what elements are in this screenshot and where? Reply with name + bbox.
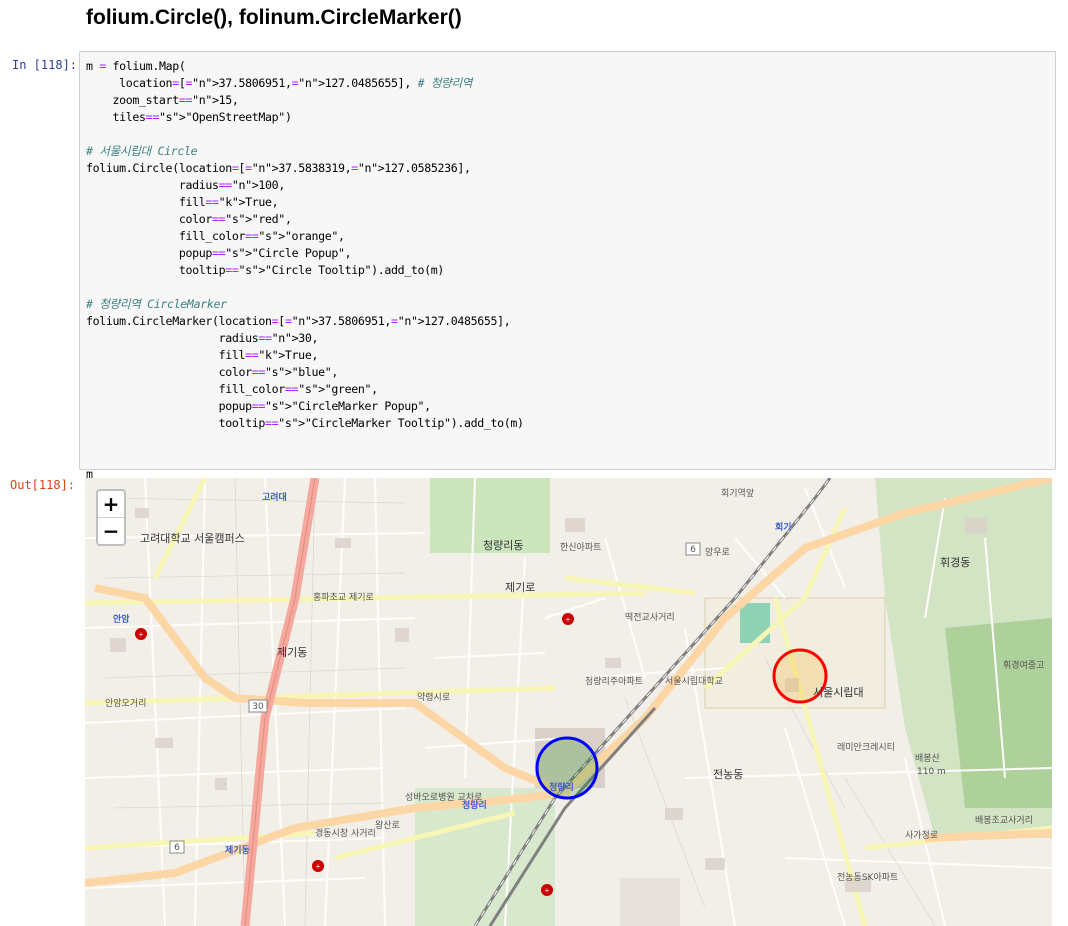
- code-line: fill=="k">True: [86, 195, 272, 209]
- svg-text:왕산로: 왕산로: [375, 820, 400, 831]
- svg-text:전농동SK아파트: 전농동SK아파트: [837, 872, 898, 883]
- code-line: folium.CircleMarker(location=[="n">37.58…: [86, 314, 385, 328]
- zoom-control: + −: [96, 489, 126, 546]
- svg-text:한신아파트: 한신아파트: [560, 542, 601, 553]
- svg-text:사가정로: 사가정로: [905, 830, 938, 841]
- code-line: fill=="k">True: [86, 348, 312, 362]
- input-prompt: In [118]:: [12, 58, 78, 72]
- code-line: zoom_start=="n">15: [86, 93, 233, 107]
- svg-text:청량리주아파트: 청량리주아파트: [585, 675, 643, 687]
- code-line: # 서울시립대 Circle: [86, 144, 198, 158]
- svg-text:6: 6: [174, 843, 180, 853]
- svg-text:약령시로: 약령시로: [417, 691, 450, 703]
- output-prompt: Out[118]:: [10, 478, 76, 492]
- code-line: m = folium.Map(: [86, 59, 186, 73]
- code-cell[interactable]: m = folium.Map( location=[="n">37.580695…: [79, 51, 1056, 481]
- code-line: radius=="n">30: [86, 331, 312, 345]
- svg-text:청량리동: 청량리동: [483, 539, 523, 552]
- code-editor[interactable]: m = folium.Map( location=[="n">37.580695…: [86, 58, 524, 483]
- svg-text:제기동: 제기동: [277, 646, 307, 659]
- code-line: location=[="n">37.5806951: [86, 76, 285, 90]
- svg-text:+: +: [139, 630, 144, 639]
- svg-text:경동시장 사거리: 경동시장 사거리: [315, 827, 376, 839]
- svg-text:고려대학교 서울캠퍼스: 고려대학교 서울캠퍼스: [140, 532, 245, 545]
- code-line: fill_color=="s">"orange": [86, 229, 339, 243]
- svg-text:제기동: 제기동: [225, 844, 250, 856]
- section-heading: folium.Circle(), folinum.CircleMarker(): [86, 6, 462, 29]
- code-line: color=="s">"red": [86, 212, 285, 226]
- svg-text:성바오로병원 교차로: 성바오로병원 교차로: [405, 791, 482, 803]
- svg-text:제기로: 제기로: [505, 581, 535, 594]
- code-line: tooltip=="s">"Circle Tooltip": [86, 263, 372, 277]
- svg-text:청량리: 청량리: [549, 781, 574, 793]
- map-tiles: + + + + 30 6 6 고려대 안암 고려대학교 서울캠퍼스 청량리동 한…: [85, 478, 1052, 926]
- zoom-in-button[interactable]: +: [98, 491, 124, 518]
- svg-text:30: 30: [252, 702, 264, 712]
- svg-text:회기: 회기: [775, 521, 792, 533]
- svg-text:안암: 안암: [113, 613, 130, 625]
- svg-text:고려대: 고려대: [262, 491, 287, 503]
- svg-text:래미안크레시티: 래미안크레시티: [837, 742, 895, 753]
- svg-text:서울시립대: 서울시립대: [813, 686, 864, 699]
- code-line: popup=="s">"Circle Popup": [86, 246, 345, 260]
- svg-text:+: +: [566, 615, 571, 624]
- svg-text:망우로: 망우로: [705, 547, 730, 558]
- code-line: radius=="n">100: [86, 178, 279, 192]
- code-line: tiles=="s">"OpenStreetMap": [86, 110, 286, 124]
- code-line: color=="s">"blue": [86, 365, 332, 379]
- code-line: fill_color=="s">"green": [86, 382, 372, 396]
- code-line: tooltip=="s">"CircleMarker Tooltip": [86, 416, 451, 430]
- svg-text:110 m: 110 m: [917, 767, 946, 777]
- zoom-out-button[interactable]: −: [98, 518, 124, 544]
- code-line: folium.Circle(location=[="n">37.5838319: [86, 161, 345, 175]
- code-line: popup=="s">"CircleMarker Popup": [86, 399, 425, 413]
- svg-text:+: +: [316, 862, 321, 871]
- svg-text:6: 6: [690, 545, 696, 555]
- folium-map[interactable]: + + + + 30 6 6 고려대 안암 고려대학교 서울캠퍼스 청량리동 한…: [85, 478, 1052, 926]
- svg-text:떡전교사거리: 떡전교사거리: [625, 612, 675, 623]
- svg-text:휘경동: 휘경동: [940, 556, 970, 569]
- svg-text:배봉초교사거리: 배봉초교사거리: [975, 815, 1033, 826]
- svg-text:회기역앞: 회기역앞: [721, 487, 754, 499]
- svg-text:휘경여중고: 휘경여중고: [1003, 659, 1044, 671]
- svg-text:전농동: 전농동: [713, 768, 743, 781]
- svg-text:배봉산: 배봉산: [915, 753, 940, 764]
- svg-text:안암오거리: 안암오거리: [105, 697, 146, 709]
- code-line: # 청량리역 CircleMarker: [86, 297, 227, 311]
- svg-text:서울시립대학교: 서울시립대학교: [665, 676, 723, 687]
- svg-text:+: +: [545, 886, 550, 895]
- svg-text:홍파초교 제기로: 홍파초교 제기로: [313, 591, 374, 603]
